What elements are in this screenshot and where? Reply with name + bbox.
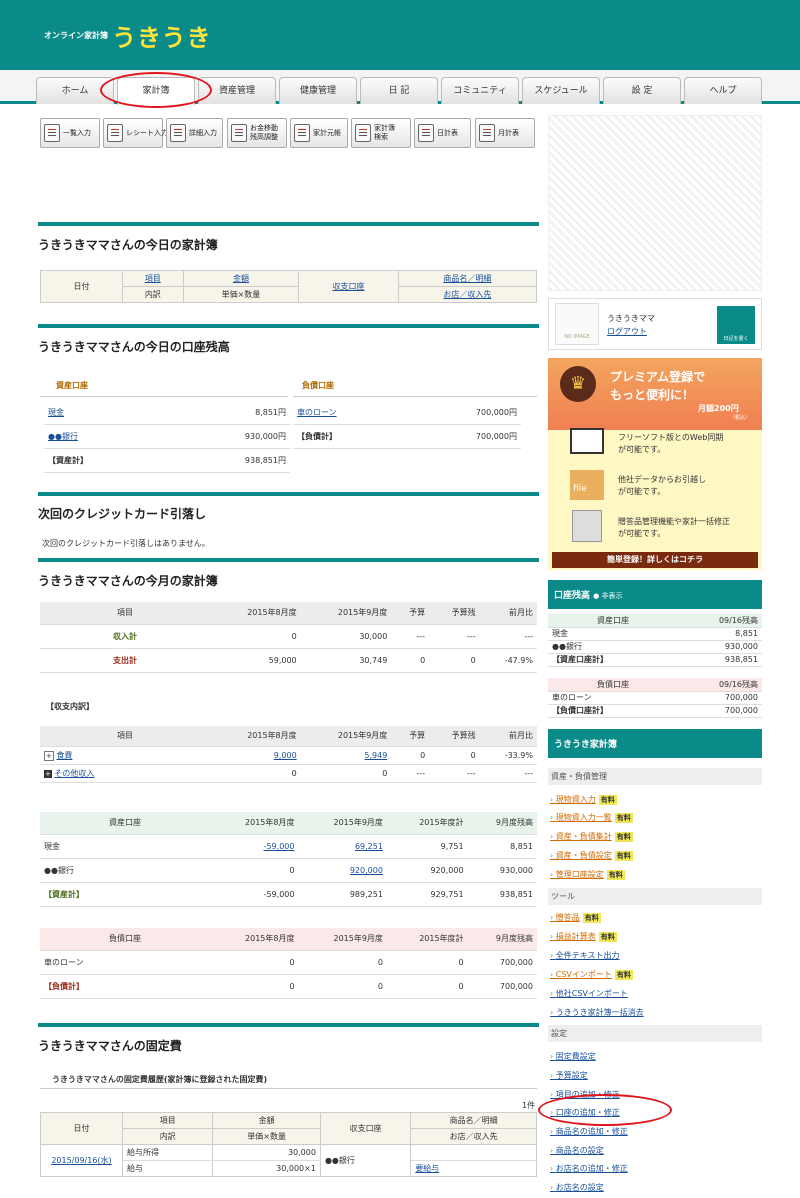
search-icon bbox=[355, 124, 371, 142]
menu-link-1[interactable]: 現物資入力有料 bbox=[550, 794, 617, 805]
fixed-title: うきうきママさんの固定費 bbox=[38, 1039, 182, 1053]
monthly-summary-table: 項目 2015年8月度 2015年9月度 予算 予算残 前月比 収入計 0 30,000 ---… bbox=[40, 602, 537, 673]
menu-link-products[interactable]: 商品名の設定 bbox=[550, 1145, 604, 1156]
asset-balance-table: 現金 8,851円 ●●銀行 930,000円 【資産計】 938,851円 bbox=[44, 402, 290, 473]
today-table: 日付 項目 金額 収支口座 商品名／明細 内訳 単価×数量 お店／収入先 bbox=[40, 270, 537, 303]
highlight-circle bbox=[538, 1094, 672, 1126]
col-product[interactable]: 商品名／明細 bbox=[398, 270, 537, 287]
file-icon: file bbox=[570, 470, 604, 500]
debt-loan-link[interactable]: 車のローン bbox=[293, 402, 406, 425]
asset-cash-link[interactable]: 現金 bbox=[44, 402, 166, 425]
credit-title: 次回のクレジットカード引落し bbox=[38, 507, 207, 521]
fixed-date-link[interactable]: 2015/09/16(水) bbox=[40, 1144, 123, 1177]
section-divider bbox=[38, 222, 539, 226]
menu-link-pl[interactable]: 損益計算表有料 bbox=[550, 931, 617, 942]
debt-balance-table: 車のローン 700,000円 【負債計】 700,000円 bbox=[293, 402, 521, 449]
highlight-circle bbox=[100, 72, 212, 108]
col-amount[interactable]: 金額 bbox=[183, 270, 300, 287]
asset-bank-link[interactable]: ●●銀行 bbox=[44, 424, 166, 449]
kakeibo-search-button[interactable]: 家計簿 検索 bbox=[351, 118, 411, 148]
debt-monthly-table: 負債口座 2015年8月度 2015年9月度 2015年度計 9月度残高 車のローン 0 0… bbox=[40, 928, 537, 999]
col-account[interactable]: 収支口座 bbox=[298, 270, 399, 303]
site-logo[interactable]: うきうき bbox=[112, 18, 212, 53]
kakeibo-menu-header: うきうき家計簿 bbox=[548, 729, 762, 758]
menu-link-products-add[interactable]: 商品名の追加・修正 bbox=[550, 1126, 628, 1137]
hide-toggle[interactable]: 非表示 bbox=[602, 592, 623, 600]
detail-input-button[interactable]: 詳細入力 bbox=[166, 118, 223, 148]
breakdown-title: 【収支内訳】 bbox=[46, 702, 94, 711]
sheet-icon bbox=[418, 124, 434, 142]
tab-help[interactable]: ヘルプ bbox=[684, 77, 762, 104]
monthly-title: うきうきママさんの今月の家計簿 bbox=[38, 574, 218, 588]
sheet-icon bbox=[479, 124, 495, 142]
tab-health[interactable]: 健康管理 bbox=[279, 77, 357, 104]
list-icon bbox=[44, 124, 60, 142]
menu-link-export[interactable]: 全件テキスト出力 bbox=[550, 950, 620, 961]
section-divider bbox=[38, 558, 539, 562]
pencil-icon bbox=[170, 124, 186, 142]
sidebar-debt-table: 負債口座 09/16残高 車のローン 700,000 【負債口座計】 700,000 bbox=[548, 678, 762, 718]
menu-link-fixed[interactable]: 固定費設定 bbox=[550, 1051, 596, 1062]
breakdown-other-link[interactable]: その他収入 bbox=[54, 769, 94, 778]
daily-report-button[interactable]: 日計表 bbox=[414, 118, 471, 148]
monitor-icon bbox=[570, 428, 604, 454]
section-divider bbox=[38, 492, 539, 496]
breakdown-table: 項目 2015年8月度 2015年9月度 予算 予算残 前月比 + 食費 9,000 5,94… bbox=[40, 726, 537, 783]
ad-area bbox=[548, 115, 762, 291]
today-title: うきうきママさんの今日の家計簿 bbox=[38, 238, 218, 252]
section-divider bbox=[38, 324, 539, 328]
menu-link-shops[interactable]: お店名の設定 bbox=[550, 1182, 604, 1193]
menu-link-csv[interactable]: CSVインポート有料 bbox=[550, 969, 633, 980]
ledger-button[interactable]: 家計元帳 bbox=[290, 118, 348, 148]
crown-icon: ♛ bbox=[560, 366, 596, 402]
menu-link-erase[interactable]: うきうき家計簿一括消去 bbox=[550, 1007, 644, 1018]
site-subtitle: オンライン家計簿 bbox=[44, 31, 108, 40]
menu-link-3[interactable]: 資産・負債集計有料 bbox=[550, 831, 633, 842]
list-input-button[interactable]: 一覧入力 bbox=[40, 118, 100, 148]
book-icon bbox=[294, 124, 310, 142]
write-diary-button[interactable]: 日記を書く bbox=[717, 306, 755, 344]
menu-link-gift[interactable]: 贈答品有料 bbox=[550, 912, 601, 923]
receipt-icon bbox=[107, 124, 123, 142]
asset-monthly-table: 資産口座 2015年8月度 2015年9月度 2015年度計 9月度残高 現金 -59,0… bbox=[40, 812, 537, 907]
menu-link-shops-add[interactable]: お店名の追加・修正 bbox=[550, 1163, 628, 1174]
tab-diary[interactable]: 日 記 bbox=[360, 77, 438, 104]
menu-link-2[interactable]: 現物資入力一覧有料 bbox=[550, 812, 633, 823]
fixed-cost-table: 日付 項目 金額 収支口座 商品名／明細 内訳 単価×数量 お店／収入先 2015/09/1… bbox=[40, 1112, 537, 1177]
section-divider bbox=[38, 1023, 539, 1027]
credit-message: 次回のクレジットカード引落しはありません。 bbox=[42, 539, 210, 548]
col-shop[interactable]: お店／収入先 bbox=[398, 287, 536, 303]
menu-link-budget[interactable]: 予算設定 bbox=[550, 1070, 588, 1081]
receipt-input-button[interactable]: レシート入力 bbox=[103, 118, 168, 148]
tab-community[interactable]: コミュニティ bbox=[441, 77, 519, 104]
menu-link-5[interactable]: 管理口座設定有料 bbox=[550, 869, 625, 880]
transfer-icon bbox=[231, 124, 247, 142]
breakdown-food-link[interactable]: 食費 bbox=[56, 751, 72, 760]
logout-link[interactable]: ログアウト bbox=[607, 326, 647, 337]
tab-settings[interactable]: 設 定 bbox=[603, 77, 681, 104]
avatar: NO IMAGE bbox=[555, 303, 599, 345]
premium-cta-button[interactable]: 簡単登録！詳しくはコチラ bbox=[552, 552, 758, 568]
monthly-report-button[interactable]: 月計表 bbox=[475, 118, 535, 148]
site-header: オンライン家計簿 うきうき bbox=[0, 0, 800, 70]
menu-link-other-csv[interactable]: 他社CSVインポート bbox=[550, 988, 628, 999]
menu-link-4[interactable]: 資産・負債設定有料 bbox=[550, 850, 633, 861]
calculator-icon bbox=[572, 510, 602, 542]
balance-title: うきうきママさんの今日の口座残高 bbox=[38, 340, 230, 354]
account-balance-header: 口座残高 ● 非表示 bbox=[548, 580, 762, 609]
money-transfer-button[interactable]: お金移動 残高調整 bbox=[227, 118, 287, 148]
col-item[interactable]: 項目 bbox=[122, 270, 184, 287]
sidebar-asset-table: 資産口座 09/16残高 現金 8,851 ●●銀行 930,000 【資産口座計】 9… bbox=[548, 614, 762, 667]
tab-schedule[interactable]: スケジュール bbox=[522, 77, 600, 104]
user-box: NO IMAGE うきうきママ ログアウト 日記を書く bbox=[548, 298, 762, 350]
premium-banner[interactable]: ♛ プレミアム登録で もっと便利に！ 月額200円 （税込） フリーソフト版との… bbox=[548, 358, 762, 570]
